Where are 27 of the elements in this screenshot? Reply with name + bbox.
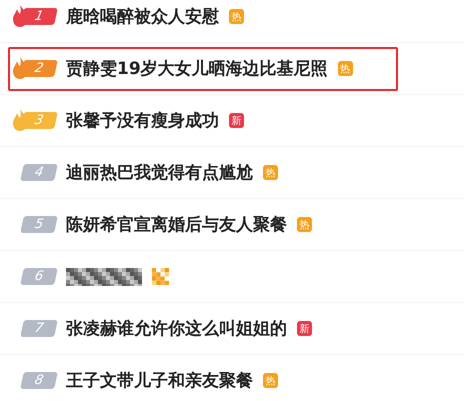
tag-badge: 热: [229, 9, 244, 24]
tag-badge: 新: [229, 113, 244, 128]
topic-title: 王子文带儿子和亲友聚餐: [66, 370, 253, 392]
topic-row[interactable]: 8 王子文带儿子和亲友聚餐 热: [8, 358, 398, 401]
rank-label: 5: [20, 216, 58, 233]
topic-title: 张凌赫谁允许你这么叫姐姐的: [66, 318, 287, 340]
topic-row[interactable]: 7 张凌赫谁允许你这么叫姐姐的 新: [8, 306, 398, 350]
tag-badge: 热: [263, 165, 278, 180]
tag-badge: 热: [263, 373, 278, 388]
rank-label: 8: [20, 372, 58, 389]
rank-label: 7: [20, 320, 58, 337]
topic-title: 迪丽热巴我觉得有点尴尬: [66, 162, 253, 184]
tag-badge: 热: [297, 217, 312, 232]
topic-row[interactable]: 3 张馨予没有瘦身成功 新: [8, 98, 398, 142]
topic-row[interactable]: 4 迪丽热巴我觉得有点尴尬 热: [8, 150, 398, 194]
tag-badge: 热: [338, 61, 353, 76]
topic-row[interactable]: 2 贾静雯19岁大女儿晒海边比基尼照 热: [8, 46, 398, 90]
tag-badge: 新: [297, 321, 312, 336]
topic-title: 张馨予没有瘦身成功: [66, 110, 219, 132]
pixelated-tag: [152, 268, 169, 285]
topic-title: 贾静雯19岁大女儿晒海边比基尼照: [66, 58, 328, 80]
topic-row[interactable]: 5 陈妍希官宣离婚后与友人聚餐 热: [8, 202, 398, 246]
rank-label: 6: [20, 268, 58, 285]
rank-label: 4: [20, 164, 58, 181]
topic-row[interactable]: 1 鹿晗喝醉被众人安慰 热: [8, 0, 398, 38]
topic-title: 鹿晗喝醉被众人安慰: [66, 6, 219, 28]
topic-title: 陈妍希官宣离婚后与友人聚餐: [66, 214, 287, 236]
